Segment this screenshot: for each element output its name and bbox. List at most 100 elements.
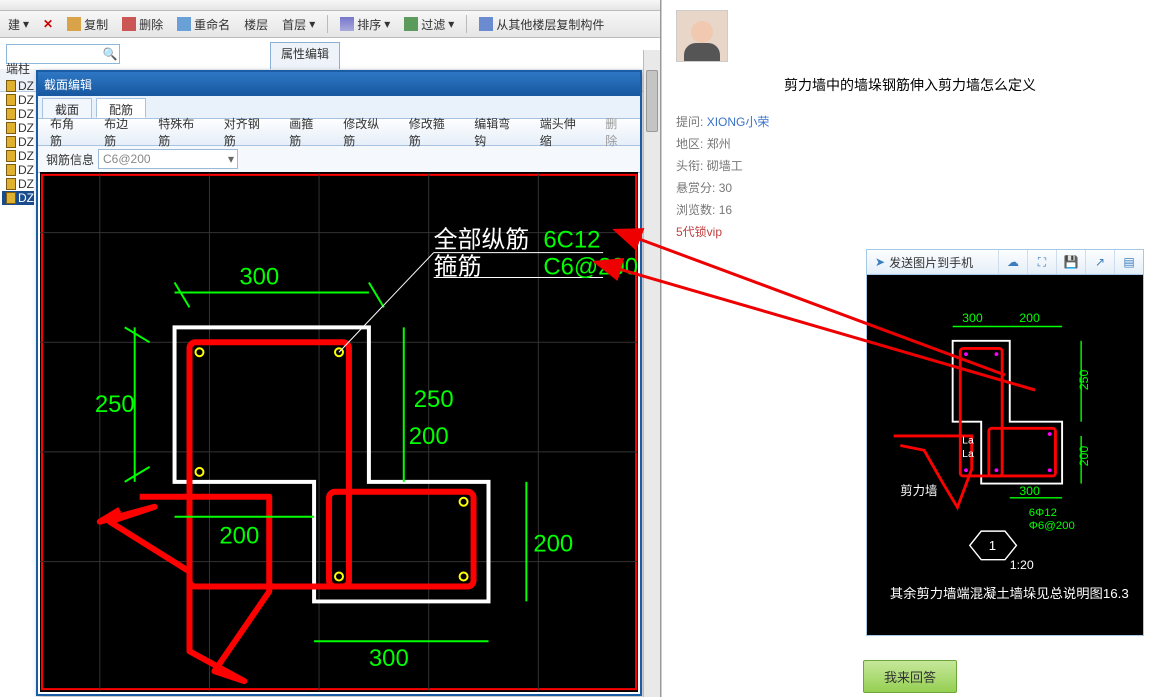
- dialog-titlebar[interactable]: 截面编辑: [38, 72, 640, 96]
- t-wall-label: 剪力墙: [900, 483, 937, 498]
- tree-row[interactable]: DZ: [2, 93, 34, 107]
- t-la2: La: [962, 449, 974, 460]
- tree-row-selected[interactable]: DZ: [2, 191, 34, 205]
- save-icon[interactable]: 💾: [1056, 250, 1085, 274]
- fullscreen-icon[interactable]: ⛶: [1027, 250, 1056, 274]
- ribbon-row-1: 建 ▾ ✕ 复制 删除 重命名 楼层 首层 ▾ 排序 ▾ 过滤 ▾ 从其他楼层复…: [0, 11, 660, 38]
- cube-icon: [6, 94, 16, 106]
- copy-from-label: 从其他楼层复制构件: [496, 16, 604, 33]
- delete-x-button[interactable]: ✕: [39, 17, 57, 31]
- attached-image[interactable]: 300 200 250 200 300 剪力墙 La La 6Φ12 Φ6@20…: [867, 275, 1143, 635]
- tree-label: DZ: [18, 163, 34, 177]
- cube-icon: [6, 136, 16, 148]
- asker-link[interactable]: XIONG小荣: [707, 115, 770, 129]
- dim-200a: 200: [409, 423, 449, 450]
- tree-row[interactable]: DZ: [2, 163, 34, 177]
- cube-icon: [6, 122, 16, 134]
- sort-icon: [340, 17, 354, 31]
- t-rebar1: 6Φ12: [1029, 507, 1057, 519]
- mod-long-button[interactable]: 修改纵筋: [339, 115, 392, 149]
- rebar-info-combo[interactable]: C6@200: [98, 149, 238, 169]
- tree-title: 端柱: [2, 58, 34, 79]
- cube-icon: [6, 108, 16, 120]
- tree-row[interactable]: DZ: [2, 79, 34, 93]
- new-button[interactable]: 建 ▾: [4, 16, 33, 33]
- send-label: 发送图片到手机: [889, 254, 973, 271]
- vertical-scrollbar[interactable]: [643, 50, 660, 697]
- cube-icon: [6, 178, 16, 190]
- tree-row[interactable]: DZ: [2, 121, 34, 135]
- rename-button[interactable]: 重命名: [173, 16, 234, 33]
- t-dim-250: 250: [1077, 370, 1091, 391]
- sort-button[interactable]: 排序 ▾: [336, 16, 394, 33]
- mod-stirrup-button[interactable]: 修改箍筋: [405, 115, 458, 149]
- t-la1: La: [962, 436, 974, 447]
- home-floor-dropdown[interactable]: 首层 ▾: [278, 16, 319, 33]
- send-to-phone-button[interactable]: ➤ 发送图片到手机: [867, 254, 981, 271]
- tree-label: DZ: [18, 121, 34, 135]
- section-editor-dialog: 截面编辑 截面 配筋 布角筋 布边筋 特殊布筋 对齐钢筋 画箍筋 修改纵筋 修改…: [36, 70, 642, 696]
- special-bar-button[interactable]: 特殊布筋: [154, 115, 207, 149]
- section-canvas[interactable]: 300 250 250 200 200 200 300 全部纵筋 箍筋 6C12…: [40, 172, 638, 692]
- tree-label: DZ: [18, 191, 34, 205]
- delete-icon: [122, 17, 136, 31]
- copy-button[interactable]: 复制: [63, 16, 112, 33]
- t-note: 其余剪力墙端混凝土墙垛见总说明图16.3: [890, 585, 1129, 601]
- label-all-longitudinal: 全部纵筋: [434, 227, 530, 254]
- copy-from-button[interactable]: 从其他楼层复制构件: [475, 16, 608, 33]
- dialog-field-row: 钢筋信息 C6@200: [38, 146, 640, 173]
- tree-label: DZ: [18, 149, 34, 163]
- tree-row[interactable]: DZ: [2, 107, 34, 121]
- tree-label: DZ: [18, 79, 34, 93]
- bounty-value: 30: [719, 181, 732, 195]
- send-icon: ➤: [875, 255, 885, 269]
- rename-label: 重命名: [194, 16, 230, 33]
- dialog-tool-row: 布角筋 布边筋 特殊布筋 对齐钢筋 画箍筋 修改纵筋 修改箍筋 编辑弯钩 端头伸…: [38, 119, 640, 146]
- ribbon-row-0: [0, 0, 660, 11]
- t-dim-300b: 300: [1019, 484, 1040, 498]
- corner-bar-button[interactable]: 布角筋: [46, 115, 88, 149]
- dim-300-bot: 300: [369, 645, 409, 672]
- end-extend-button[interactable]: 端头伸缩: [536, 115, 589, 149]
- share-icon[interactable]: ↗: [1085, 250, 1114, 274]
- tree-row[interactable]: DZ: [2, 177, 34, 191]
- cube-icon: [6, 192, 16, 204]
- t-dim-200b: 200: [1077, 446, 1091, 467]
- question-title: 剪力墙中的墙垛钢筋伸入剪力墙怎么定义: [676, 75, 1144, 95]
- asker-avatar: [676, 10, 728, 62]
- answer-button[interactable]: 我来回答: [863, 660, 957, 693]
- region-label: 地区:: [676, 137, 703, 151]
- more-icon[interactable]: ▤: [1114, 250, 1143, 274]
- asker-label: 提问:: [676, 115, 703, 129]
- cube-icon: [6, 164, 16, 176]
- component-tree: 端柱 DZ DZ DZ DZ DZ DZ DZ DZ DZ: [2, 58, 34, 205]
- label-stirrup: 箍筋: [434, 254, 482, 281]
- property-edit-tab[interactable]: 属性编辑: [270, 42, 340, 69]
- val-stirrup: C6@200: [543, 254, 638, 281]
- tree-row[interactable]: DZ: [2, 149, 34, 163]
- tree-row[interactable]: DZ: [2, 135, 34, 149]
- tree-label: DZ: [18, 135, 34, 149]
- sort-label: 排序: [357, 16, 381, 33]
- edit-hook-button[interactable]: 编辑弯钩: [470, 115, 523, 149]
- floor-label: 楼层: [244, 16, 268, 33]
- align-bar-button[interactable]: 对齐钢筋: [220, 115, 273, 149]
- tree-label: DZ: [18, 107, 34, 121]
- edge-bar-button[interactable]: 布边筋: [100, 115, 142, 149]
- scrollbar-thumb[interactable]: [646, 70, 658, 132]
- rank-value: 砌墙工: [707, 159, 743, 173]
- rank-label: 头衔:: [676, 159, 703, 173]
- filter-button[interactable]: 过滤 ▾: [400, 16, 458, 33]
- t-dim-200: 200: [1019, 311, 1040, 325]
- copy-label: 复制: [84, 16, 108, 33]
- delete-button[interactable]: 删除: [118, 16, 167, 33]
- floor-dropdown[interactable]: 楼层: [240, 16, 272, 33]
- t-dim-300: 300: [962, 311, 983, 325]
- cloud-icon[interactable]: ☁: [998, 250, 1027, 274]
- search-icon[interactable]: 🔍: [101, 47, 119, 61]
- delete-bar-button[interactable]: 删除: [601, 115, 632, 149]
- cube-icon: [6, 80, 16, 92]
- delete-label: 删除: [139, 16, 163, 33]
- draw-stirrup-button[interactable]: 画箍筋: [285, 115, 327, 149]
- bounty-label: 悬赏分:: [676, 181, 715, 195]
